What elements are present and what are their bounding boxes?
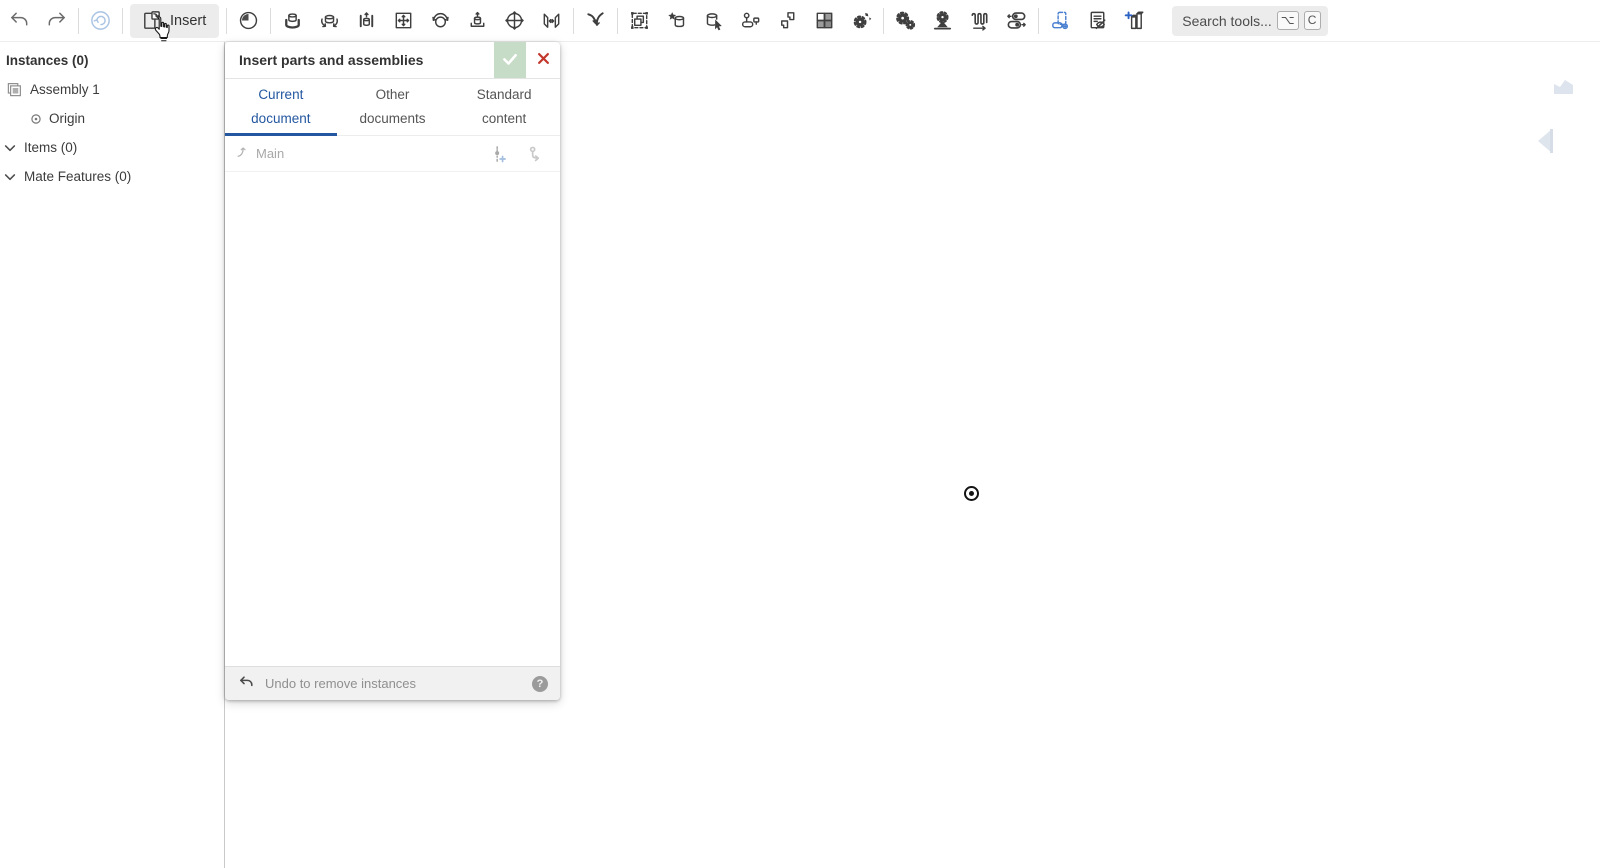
shortcut-key: C — [1304, 11, 1321, 30]
relations-icon[interactable] — [887, 3, 924, 39]
group-icon[interactable] — [621, 3, 658, 39]
collapse-panel-arrow[interactable] — [1535, 128, 1555, 154]
configurations-icon[interactable] — [998, 3, 1035, 39]
fastened-mate-icon[interactable] — [274, 3, 311, 39]
search-tools-placeholder: Search tools... — [1182, 13, 1272, 29]
tree-row-origin[interactable]: Origin — [0, 104, 224, 133]
pin-slot-mate-icon[interactable] — [496, 3, 533, 39]
tree-row-mate-features-0[interactable]: Mate Features (0) — [0, 162, 224, 191]
tab-label: Standard content — [462, 83, 546, 130]
undo-small-icon — [238, 674, 255, 694]
circular-pattern-icon[interactable] — [658, 3, 695, 39]
instances-header: Instances (0) — [0, 46, 224, 75]
tangent-mate-icon[interactable] — [533, 3, 570, 39]
tree-row-label: Mate Features (0) — [24, 169, 131, 184]
branch-icon — [235, 145, 250, 163]
redo-icon[interactable] — [38, 3, 75, 39]
exploded-view-icon[interactable] — [843, 3, 880, 39]
footer-message: Undo to remove instances — [265, 676, 416, 691]
cylindrical-mate-icon[interactable] — [459, 3, 496, 39]
tab-other-documents[interactable]: Other documents — [337, 79, 449, 135]
search-tools-box[interactable]: Search tools... ⌥ C — [1172, 6, 1327, 36]
motion-study-icon[interactable] — [924, 3, 961, 39]
planar-mate-icon[interactable] — [385, 3, 422, 39]
clock-icon[interactable] — [230, 3, 267, 39]
tree-row-items-0[interactable]: Items (0) — [0, 133, 224, 162]
branch-workspace-button[interactable] — [520, 139, 552, 169]
toolbar-separator — [226, 8, 227, 34]
tree-row-label: Assembly 1 — [30, 82, 100, 97]
toolbar-separator — [270, 8, 271, 34]
insert-dialog-footer: Undo to remove instances ? — [225, 666, 560, 700]
workspace-row-main[interactable]: Main — [225, 136, 560, 172]
toolbar-separator — [122, 8, 123, 34]
confirm-button[interactable] — [494, 42, 526, 78]
tab-label: Current document — [239, 83, 323, 130]
workspace-label: Main — [256, 146, 284, 161]
insert-document-icon — [140, 9, 163, 32]
toolbar-separator — [573, 8, 574, 34]
origin-marker[interactable] — [964, 486, 979, 501]
insert-dialog-header: Insert parts and assemblies — [225, 42, 560, 79]
insert-button-label: Insert — [170, 13, 206, 29]
assembly-icon — [5, 81, 23, 99]
toolbar-separator — [1038, 8, 1039, 34]
tab-standard-content[interactable]: Standard content — [448, 79, 560, 135]
chevron-down-icon[interactable] — [3, 170, 17, 184]
toolbar-separator — [78, 8, 79, 34]
revolute-mate-icon[interactable] — [311, 3, 348, 39]
instances-panel: Instances (0) Assembly 1 Origin Items (0) M… — [0, 42, 225, 868]
insert-dialog-tabs: Current document Other documents Standard … — [225, 79, 560, 136]
rotate-sync-icon[interactable] — [82, 3, 119, 39]
undo-icon[interactable] — [1, 3, 38, 39]
linear-pattern-icon[interactable] — [769, 3, 806, 39]
create-version-button[interactable] — [482, 139, 514, 169]
insert-dialog-body — [225, 172, 560, 666]
simulation-icon[interactable] — [961, 3, 998, 39]
chevron-down-icon[interactable] — [3, 141, 17, 155]
named-positions-icon[interactable] — [732, 3, 769, 39]
view-flag-marker — [1554, 78, 1574, 96]
toolbar-separator — [883, 8, 884, 34]
display-states-icon[interactable] — [806, 3, 843, 39]
tree-row-assembly-1[interactable]: Assembly 1 — [0, 75, 224, 104]
assembly-toolbar: Insert Search tools... ⌥ C — [0, 0, 1600, 42]
checkmark-icon — [501, 50, 519, 71]
hidden-items-icon[interactable] — [1079, 3, 1116, 39]
insert-button[interactable]: Insert — [130, 4, 219, 38]
toolbar-separator — [617, 8, 618, 34]
tree-row-label: Items (0) — [24, 140, 77, 155]
replicate-icon[interactable] — [695, 3, 732, 39]
snap-mode-icon[interactable] — [577, 3, 614, 39]
in-context-icon[interactable] — [1042, 3, 1079, 39]
close-icon — [536, 51, 551, 69]
close-button[interactable] — [526, 42, 560, 78]
tab-current-document[interactable]: Current document — [225, 79, 337, 135]
origin-icon — [30, 113, 42, 125]
slider-mate-icon[interactable] — [348, 3, 385, 39]
help-icon[interactable]: ? — [532, 676, 548, 692]
insert-dialog-title: Insert parts and assemblies — [225, 42, 494, 78]
shortcut-key: ⌥ — [1277, 11, 1299, 30]
tree-row-label: Origin — [49, 111, 85, 126]
bom-icon[interactable] — [1116, 3, 1153, 39]
ball-mate-icon[interactable] — [422, 3, 459, 39]
tab-label: Other documents — [351, 83, 435, 130]
insert-dialog: Insert parts and assemblies Current docu… — [225, 42, 560, 700]
